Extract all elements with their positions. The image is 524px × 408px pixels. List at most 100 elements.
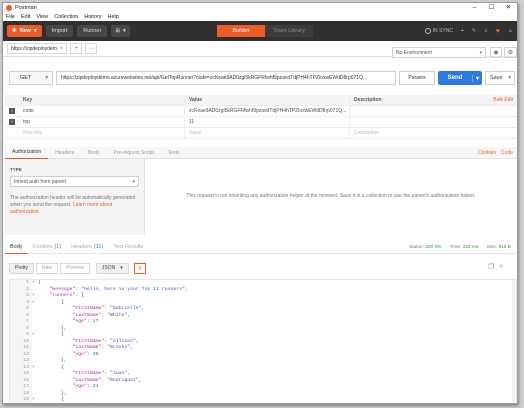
url-input[interactable]: https://zipdeploydemo.azurewebsites.net/… bbox=[56, 71, 396, 85]
import-button[interactable]: Import bbox=[45, 25, 74, 37]
new-window-icon: ⊞ bbox=[115, 28, 120, 34]
auth-note: The authorization header will be automat… bbox=[10, 195, 139, 216]
url-row: GET ▾ https://zipdeploydemo.azurewebsite… bbox=[9, 71, 515, 85]
response-body-editor[interactable]: 1 ▾{2 "message": "Hello, here is your Top… bbox=[9, 279, 517, 403]
menu-help[interactable]: Help bbox=[107, 14, 118, 20]
close-icon[interactable]: ✕ bbox=[500, 3, 517, 12]
copy-icon[interactable]: ❐ bbox=[488, 263, 494, 271]
editor-scrollbar[interactable] bbox=[512, 280, 515, 403]
row-checkbox[interactable]: ✓ bbox=[9, 119, 15, 125]
menu-edit[interactable]: Edit bbox=[21, 14, 30, 20]
response-stats: Status: 200 OK Time: 222 ms Size: 816 B bbox=[409, 245, 517, 250]
save-button[interactable]: Save ▾ bbox=[485, 71, 515, 85]
window-title: Postman bbox=[15, 4, 37, 11]
time-stat: Time: 222 ms bbox=[450, 245, 479, 250]
maximize-icon[interactable]: ☐ bbox=[483, 3, 500, 12]
sync-status[interactable]: IN SYNC bbox=[424, 28, 453, 34]
heart-icon[interactable]: ♥ bbox=[496, 28, 500, 35]
auth-message: This request is not inheriting any autho… bbox=[186, 193, 476, 199]
minimize-icon[interactable]: – bbox=[466, 3, 483, 12]
code-line: 19 ▾ { bbox=[10, 397, 516, 403]
bulk-edit-link[interactable]: Bulk Edit bbox=[493, 97, 517, 103]
user-icon[interactable]: ☺ bbox=[508, 28, 513, 34]
chevron-down-icon[interactable]: ▾ bbox=[472, 74, 482, 82]
bell-icon[interactable]: ♫ bbox=[484, 28, 488, 34]
headers-count: (11) bbox=[93, 244, 104, 250]
response-tab-headers[interactable]: Headers (11) bbox=[66, 241, 108, 254]
params-table: Key Value Description Bulk Edit ✓ code z… bbox=[5, 95, 517, 139]
param-key[interactable]: top bbox=[19, 119, 184, 125]
time-label: Time: bbox=[449, 244, 462, 250]
tab-tests[interactable]: Tests bbox=[161, 147, 187, 159]
chevron-down-icon: ▾ bbox=[33, 28, 37, 34]
new-description-input[interactable]: Description bbox=[349, 128, 517, 138]
cookies-link[interactable]: Cookies bbox=[478, 150, 496, 156]
code-text: { bbox=[38, 397, 64, 402]
response-tab-body[interactable]: Body bbox=[5, 241, 28, 254]
menu-bar: File Edit View Collection History Help bbox=[3, 12, 517, 21]
satellite-icon[interactable]: ⌖ bbox=[461, 28, 464, 34]
tab-body[interactable]: Body bbox=[81, 147, 106, 159]
method-value: GET bbox=[20, 75, 32, 81]
postman-logo-icon bbox=[6, 4, 12, 11]
row-checkbox[interactable]: ✓ bbox=[9, 108, 15, 114]
auth-type-select[interactable]: Inherit auth from parent ▾ bbox=[10, 176, 139, 187]
auth-type-label: TYPE bbox=[10, 167, 22, 172]
menu-view[interactable]: View bbox=[36, 14, 48, 20]
size-stat: Size: 816 B bbox=[486, 245, 511, 250]
format-select[interactable]: JSON ▾ bbox=[95, 262, 129, 274]
gear-icon[interactable]: ⚙ bbox=[504, 47, 517, 58]
close-tab-icon[interactable]: × bbox=[60, 46, 64, 52]
tab-pre-request-script[interactable]: Pre-request Script bbox=[107, 147, 161, 159]
team-library-tab[interactable]: Team Library bbox=[265, 25, 313, 37]
param-key[interactable]: code bbox=[19, 108, 184, 114]
send-button[interactable]: Send ▾ bbox=[438, 71, 482, 85]
menu-history[interactable]: History bbox=[84, 14, 101, 20]
param-value[interactable]: zcKeae9AD0zgl5kRGFRfwhf9pzavdTdjPH4hTPZi… bbox=[184, 106, 349, 116]
table-row: ✓ top 11 bbox=[5, 117, 517, 128]
menu-collection[interactable]: Collection bbox=[54, 14, 78, 20]
eye-icon[interactable]: ◉ bbox=[490, 47, 502, 58]
new-key-input[interactable]: New key bbox=[19, 130, 184, 136]
key-column-header: Key bbox=[23, 97, 33, 103]
environment-select[interactable]: No Environment ▾ bbox=[392, 47, 486, 58]
param-value[interactable]: 11 bbox=[184, 117, 349, 127]
menu-file[interactable]: File bbox=[6, 14, 15, 20]
tab-authorization[interactable]: Authorization bbox=[5, 147, 49, 159]
wrap-lines-icon[interactable]: ≡ bbox=[133, 262, 146, 274]
line-number: 19 bbox=[10, 397, 32, 403]
new-param-row: New key Value Description bbox=[5, 128, 517, 139]
add-tab-button[interactable]: + bbox=[70, 43, 83, 54]
builder-tab[interactable]: Builder bbox=[217, 25, 265, 37]
time-value: 222 ms bbox=[462, 244, 479, 250]
response-tab-test-results[interactable]: Test Results bbox=[108, 241, 148, 254]
new-value-input[interactable]: Value bbox=[184, 128, 349, 138]
param-description[interactable] bbox=[349, 106, 517, 116]
method-select[interactable]: GET ▾ bbox=[9, 71, 53, 85]
new-button[interactable]: ✚ New ▾ bbox=[7, 25, 42, 37]
wrench-icon[interactable]: ✎ bbox=[472, 28, 476, 34]
plus-icon: ✚ bbox=[12, 28, 17, 34]
runner-button[interactable]: Runner bbox=[77, 25, 108, 37]
params-button[interactable]: Params bbox=[399, 71, 435, 85]
more-tabs-button[interactable]: ··· bbox=[85, 43, 98, 54]
table-row: ✓ code zcKeae9AD0zgl5kRGFRfwhf9pzavdTdjP… bbox=[5, 106, 517, 117]
send-label: Send bbox=[447, 75, 463, 81]
code-link[interactable]: Code bbox=[501, 150, 513, 156]
chevron-down-icon: ▾ bbox=[508, 75, 511, 81]
description-column-header: Description Bulk Edit bbox=[349, 95, 517, 105]
tab-headers[interactable]: Headers bbox=[48, 147, 81, 159]
search-icon[interactable]: ⌕ bbox=[499, 263, 503, 271]
sync-label: IN SYNC bbox=[432, 28, 453, 34]
chevron-down-icon: ▾ bbox=[45, 75, 48, 81]
raw-button[interactable]: Raw bbox=[36, 262, 59, 274]
preview-button[interactable]: Preview bbox=[60, 262, 90, 274]
pretty-button[interactable]: Pretty bbox=[9, 262, 35, 274]
title-bar: Postman – ☐ ✕ bbox=[3, 3, 517, 12]
request-tab[interactable]: https://zipdeploydem × bbox=[7, 43, 68, 54]
response-tab-cookies[interactable]: Cookies (1) bbox=[28, 241, 67, 254]
description-header-label: Description bbox=[354, 97, 382, 103]
new-window-button[interactable]: ⊞ ▾ bbox=[111, 25, 130, 37]
param-description[interactable] bbox=[349, 117, 517, 127]
chevron-down-icon: ▾ bbox=[132, 178, 135, 185]
